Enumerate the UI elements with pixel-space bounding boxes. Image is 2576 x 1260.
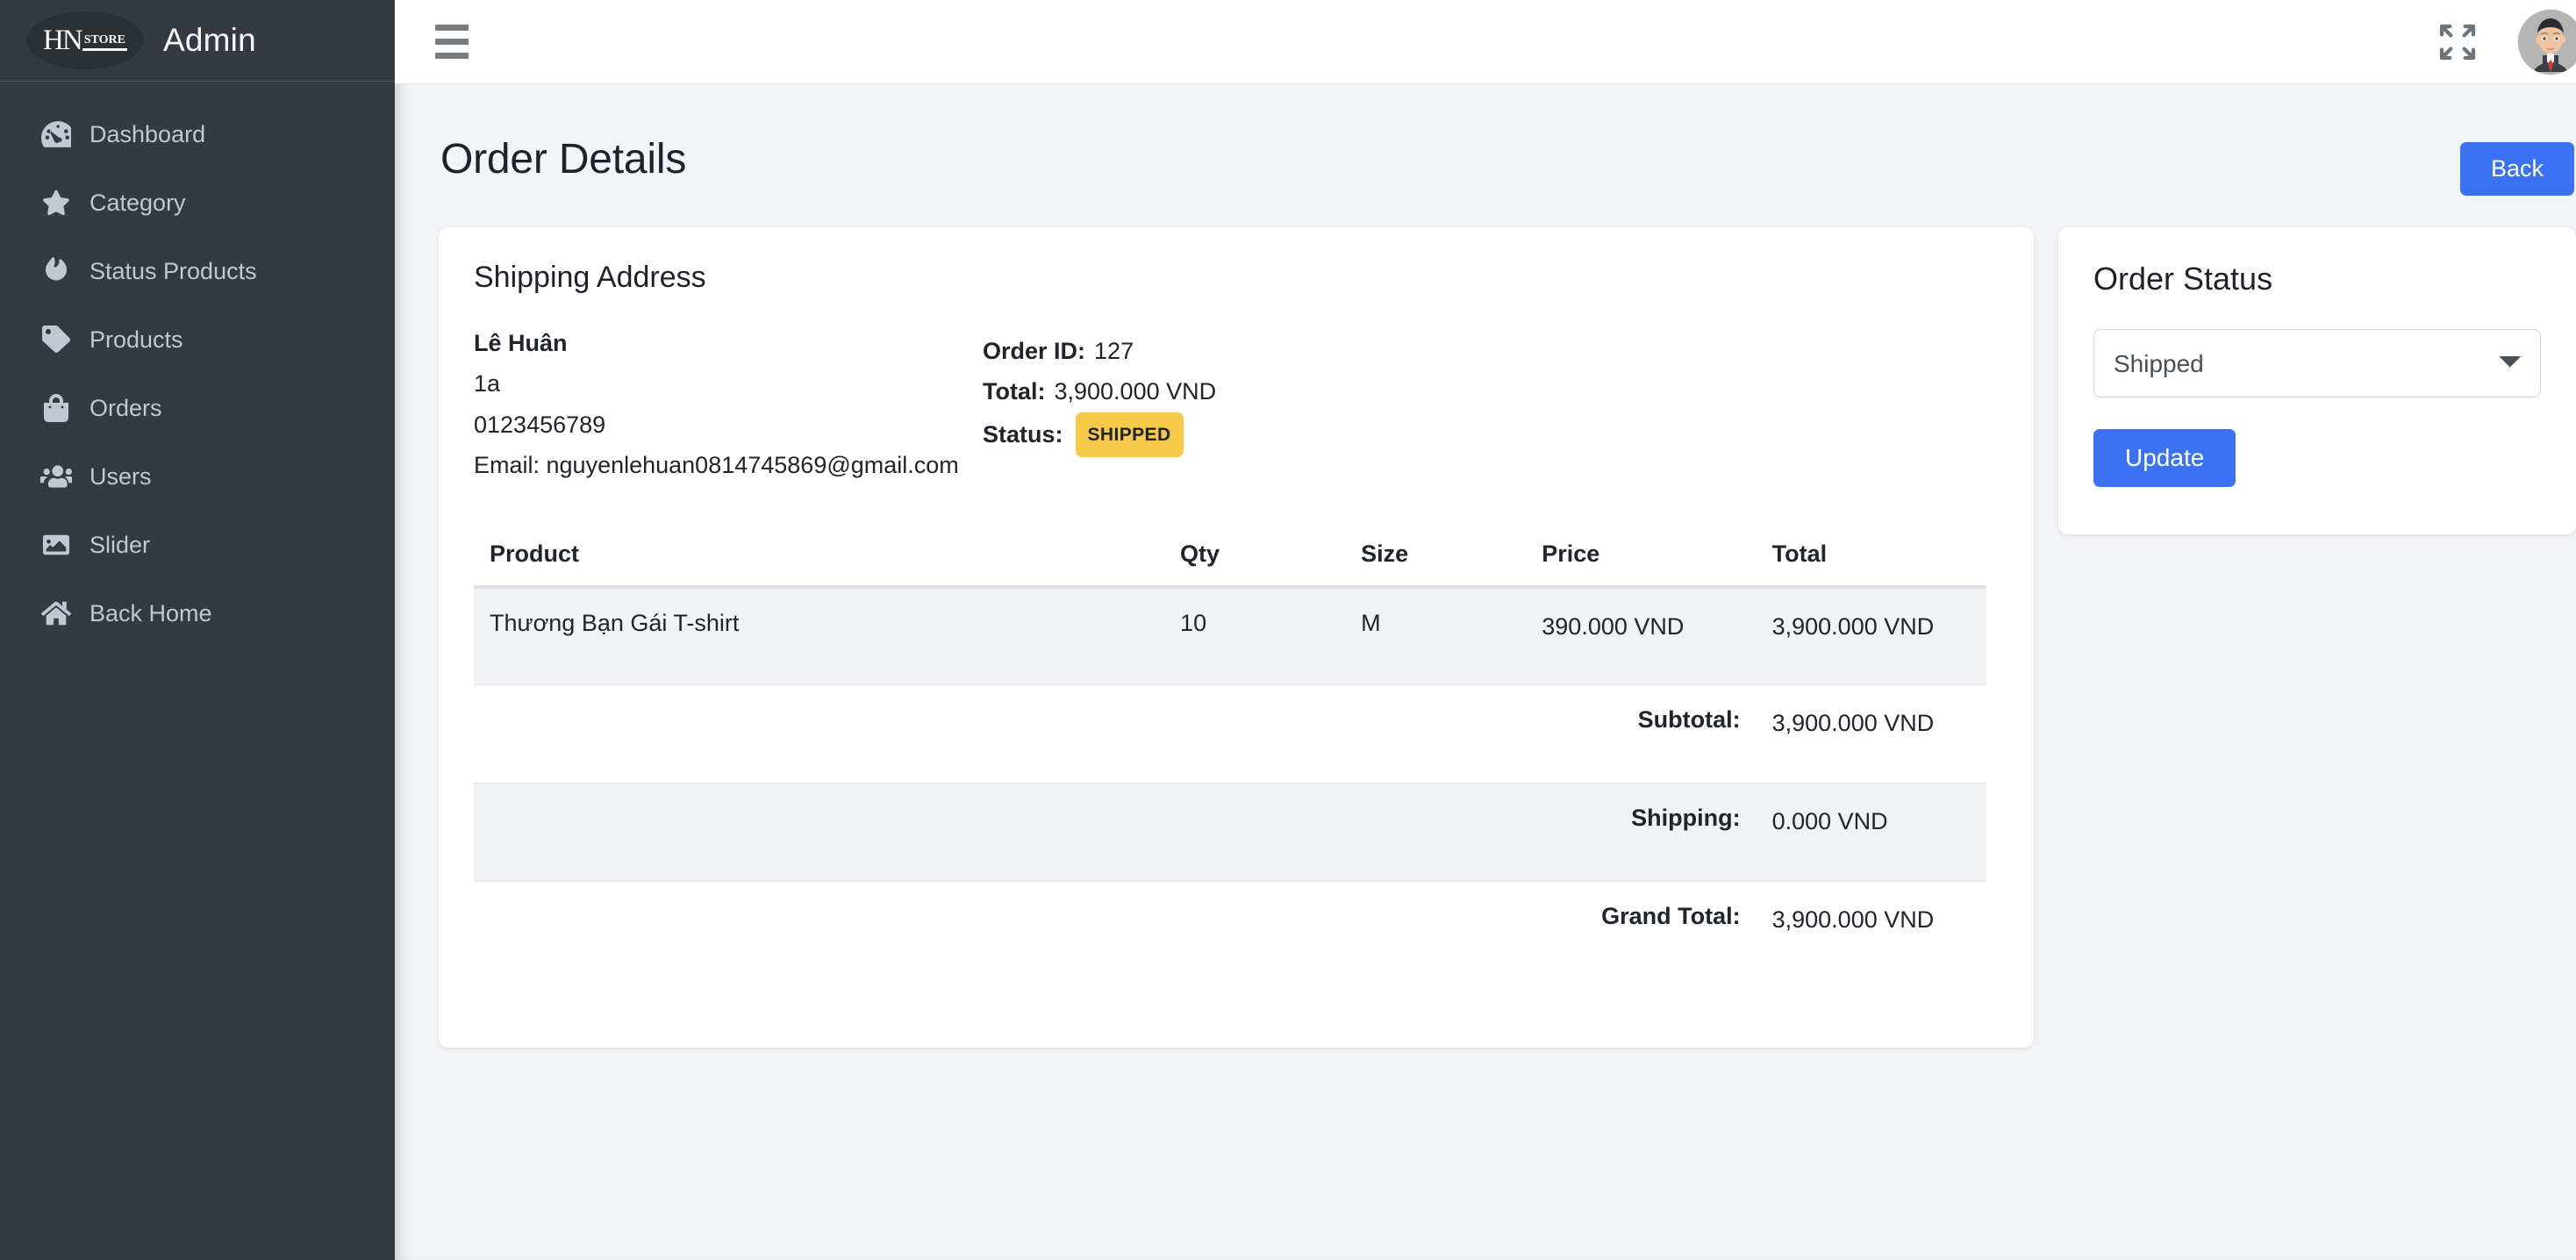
order-id-row: Order ID: 127 [983,331,1216,371]
customer-email: Email: nguyenlehuan0814745869@gmail.com [474,452,959,479]
fire-icon [39,257,74,285]
logo-primary-text: HN [43,25,83,56]
sidebar-item-dashboard[interactable]: Dashboard [13,100,382,168]
order-details-card: Shipping Address Lê Huân 1a 0123456789 E… [439,227,2034,1048]
cell-qty: 10 [1164,586,1346,685]
order-meta-block: Order ID: 127 Total: 3,900.000 VND Statu… [983,261,1216,486]
sidebar-item-label: Orders [89,394,162,421]
customer-phone: 0123456789 [474,411,606,438]
users-icon [39,462,74,490]
sidebar-item-label: Back Home [89,599,212,626]
page-title: Order Details [440,136,687,183]
sidebar-item-users[interactable]: Users [13,442,382,511]
column-header-price: Price [1526,522,1757,589]
main-area: Order Details Back Shipping Address Lê H… [395,0,2576,1260]
order-total-row: Total: 3,900.000 VND [983,371,1216,412]
cell-total: 3,900.000 VND [1756,586,1986,685]
sidebar-item-slider[interactable]: Slider [13,511,382,579]
order-status-label: Status: [983,421,1063,448]
table-head: Product Qty Size Price Total [474,522,1986,589]
sidebar: HN STORE Admin Dashboard Category Status… [0,0,395,1260]
hn-store-logo-icon: HN STORE [26,11,144,69]
star-icon [39,189,74,217]
order-id-value: 127 [1094,338,1134,364]
image-icon [39,532,74,558]
expand-arrows-icon[interactable] [2437,22,2478,62]
shopping-bag-icon [39,394,74,422]
sidebar-item-status-products[interactable]: Status Products [13,237,382,305]
order-items-table: Product Qty Size Price Total Thương Bạn … [474,522,1986,980]
sidebar-item-label: Status Products [89,257,257,284]
summary-value-grand-total: 3,900.000 VND [1756,881,1986,980]
table-row: Grand Total: 3,900.000 VND [474,881,1986,980]
order-status-card: Order Status Shipped Update [2058,227,2576,534]
tachometer-icon [39,119,74,149]
sidebar-item-label: Users [89,462,152,490]
sidebar-item-products[interactable]: Products [13,305,382,374]
summary-label-subtotal: Subtotal: [1526,684,1757,784]
sidebar-item-label: Dashboard [89,120,206,147]
order-status-title: Order Status [2093,261,2273,297]
order-summary-block: Shipping Address Lê Huân 1a 0123456789 E… [439,227,2034,486]
sidebar-item-orders[interactable]: Orders [13,374,382,442]
cell-product: Thương Bạn Gái T-shirt [474,586,1165,685]
order-id-label: Order ID: [983,338,1086,364]
home-icon [39,599,74,627]
content-row: Shipping Address Lê Huân 1a 0123456789 E… [439,227,2576,1048]
shipping-address-block: Shipping Address Lê Huân 1a 0123456789 E… [474,261,983,486]
customer-name: Lê Huân [474,330,568,356]
summary-label-shipping: Shipping: [1526,783,1757,882]
content: Order Details Back Shipping Address Lê H… [395,84,2576,1260]
sidebar-item-label: Slider [89,531,151,558]
summary-value-subtotal: 3,900.000 VND [1756,684,1986,784]
avatar[interactable] [2518,9,2576,75]
tag-icon [39,326,74,354]
summary-value-shipping: 0.000 VND [1756,783,1986,882]
content-header: Order Details Back [439,119,2576,227]
table-row: Subtotal: 3,900.000 VND [474,684,1986,784]
shipping-address-heading: Shipping Address [474,261,706,294]
table-body: Thương Bạn Gái T-shirt 10 M 390.000 VND … [474,586,1986,980]
order-status-row: Status: SHIPPED [983,412,1216,457]
sidebar-item-back-home[interactable]: Back Home [13,579,382,648]
sidebar-brand[interactable]: HN STORE Admin [0,0,395,82]
order-items-table-wrap: Product Qty Size Price Total Thương Bạn … [439,486,2034,1015]
order-total-label: Total: [983,378,1046,405]
hamburger-icon[interactable] [430,17,481,68]
table-header-row: Product Qty Size Price Total [474,522,1986,589]
summary-label-grand-total: Grand Total: [1526,881,1757,980]
column-header-size: Size [1345,522,1527,589]
order-status-card-body: Order Status Shipped Update [2058,227,2576,534]
order-total-value: 3,900.000 VND [1054,378,1217,405]
column-header-product: Product [474,522,1165,589]
sidebar-item-category[interactable]: Category [13,168,382,237]
update-status-button[interactable]: Update [2093,429,2236,487]
column-header-qty: Qty [1164,522,1346,589]
back-button[interactable]: Back [2459,142,2574,196]
logo-secondary-text: STORE [82,34,127,51]
customer-address: 1a [474,370,501,397]
sidebar-item-label: Products [89,326,183,353]
sidebar-nav: Dashboard Category Status Products Produ… [0,82,395,648]
sidebar-item-label: Category [89,189,186,216]
cell-price: 390.000 VND [1526,586,1757,685]
table-row: Shipping: 0.000 VND [474,783,1986,882]
order-status-select[interactable]: Shipped [2093,329,2541,397]
topbar-actions [2437,9,2576,75]
sidebar-brand-title: Admin [163,22,256,58]
admin-page: HN STORE Admin Dashboard Category Status… [0,0,2576,1260]
cell-size: M [1345,586,1527,685]
status-badge: SHIPPED [1075,412,1184,457]
table-row: Thương Bạn Gái T-shirt 10 M 390.000 VND … [474,586,1986,685]
topbar [395,0,2576,84]
column-header-total: Total [1756,522,1986,589]
